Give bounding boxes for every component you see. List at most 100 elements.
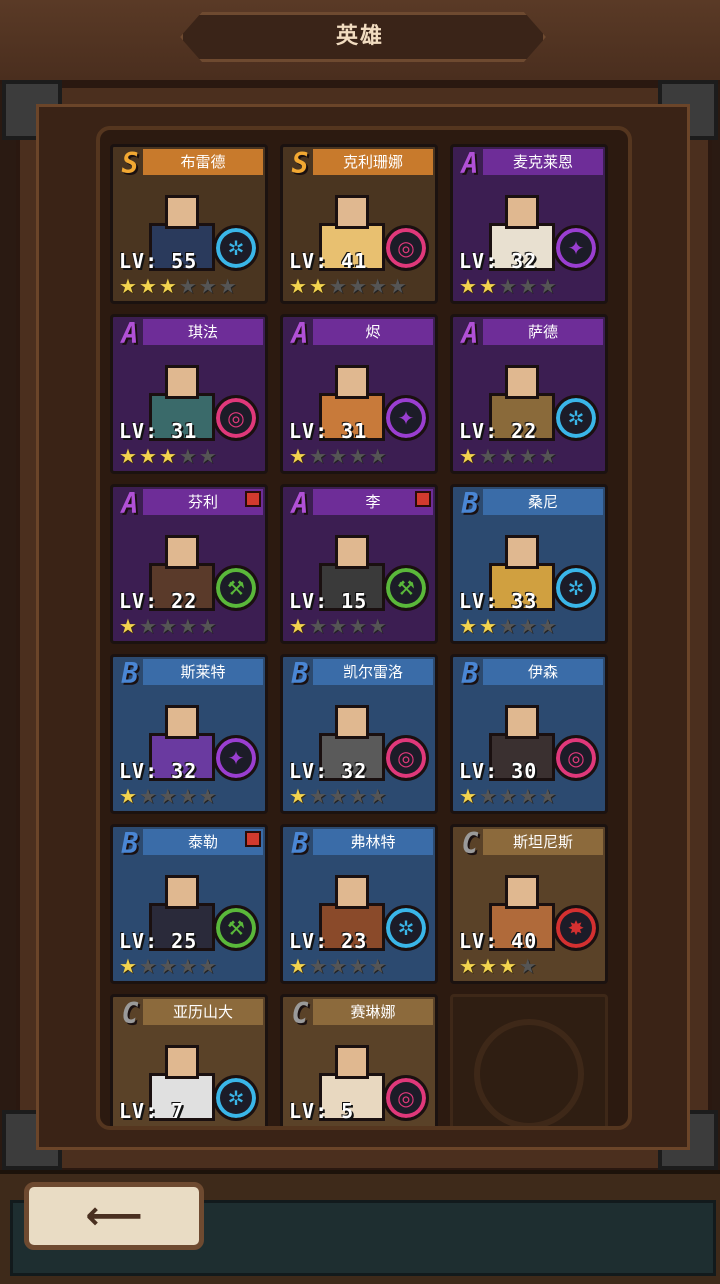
star-empty-icon: ★	[348, 444, 367, 468]
star-empty-icon: ★	[138, 954, 157, 978]
hero-card[interactable]: B 凯尔雷洛 ◎ LV: 32 ★ ★ ★ ★ ★	[280, 654, 438, 814]
rank-badge: A	[121, 487, 139, 520]
hero-card[interactable]: B 弗林特 ✲ LV: 23 ★ ★ ★ ★ ★	[280, 824, 438, 984]
star-empty-icon: ★	[198, 614, 217, 638]
hero-level: LV: 22	[119, 589, 198, 613]
hero-card[interactable]: S 布雷德 ✲ LV: 55 ★ ★ ★ ★ ★ ★	[110, 144, 268, 304]
hero-name: 克利珊娜	[313, 149, 433, 175]
star-filled-icon: ★	[459, 444, 477, 468]
back-button[interactable]: ⟵	[24, 1182, 204, 1250]
star-filled-icon: ★	[158, 274, 177, 298]
star-filled-icon: ★	[289, 784, 307, 808]
hero-card[interactable]: A 李 ⚒ LV: 15 ★ ★ ★ ★ ★	[280, 484, 438, 644]
magic-skill-icon: ✦	[213, 735, 259, 781]
star-rating: ★ ★ ★ ★ ★	[119, 445, 217, 467]
page-title: 英雄	[335, 24, 384, 49]
star-empty-icon: ★	[348, 784, 367, 808]
hero-grid[interactable]: S 布雷德 ✲ LV: 55 ★ ★ ★ ★ ★ ★ S 克利珊娜 ◎ LV: 41 ★ ★ ★ ★ ★ ★ A 麦克莱恩…	[96, 126, 632, 1130]
star-rating: ★ ★ ★ ★ ★	[459, 615, 557, 637]
target-skill-icon: ◎	[213, 395, 259, 441]
star-empty-icon: ★	[518, 274, 537, 298]
star-empty-icon: ★	[138, 784, 157, 808]
hero-card[interactable]: S 克利珊娜 ◎ LV: 41 ★ ★ ★ ★ ★ ★	[280, 144, 438, 304]
back-arrow-icon: ⟵	[85, 1193, 143, 1239]
star-empty-icon: ★	[498, 444, 517, 468]
star-filled-icon: ★	[138, 444, 157, 468]
star-empty-icon: ★	[498, 274, 517, 298]
portrait-head	[505, 705, 539, 739]
star-empty-icon: ★	[218, 274, 237, 298]
portrait-head	[165, 535, 199, 569]
star-empty-icon: ★	[138, 614, 157, 638]
hero-card[interactable]: B 泰勒 ⚒ LV: 25 ★ ★ ★ ★ ★	[110, 824, 268, 984]
fire-skill-icon: ✸	[553, 905, 599, 951]
hero-card[interactable]: C 斯坦尼斯 ✸ LV: 40 ★ ★ ★ ★	[450, 824, 608, 984]
hero-card[interactable]: B 伊森 ◎ LV: 30 ★ ★ ★ ★ ★	[450, 654, 608, 814]
star-empty-icon: ★	[368, 954, 387, 978]
hero-name: 斯坦尼斯	[483, 829, 603, 855]
star-empty-icon: ★	[328, 274, 347, 298]
rank-badge: A	[291, 317, 309, 350]
rank-badge: A	[121, 317, 139, 350]
star-empty-icon: ★	[368, 614, 387, 638]
notification-badge	[245, 491, 261, 507]
hero-card[interactable]: B 桑尼 ✲ LV: 33 ★ ★ ★ ★ ★	[450, 484, 608, 644]
star-rating: ★★★★	[119, 1125, 197, 1126]
portrait-head	[335, 195, 369, 229]
portrait-head	[335, 1045, 369, 1079]
star-rating: ★ ★ ★ ★ ★	[289, 615, 387, 637]
star-filled-icon: ★	[478, 274, 497, 298]
star-empty-icon: ★	[178, 274, 197, 298]
portrait-head	[165, 875, 199, 909]
portrait-head	[165, 195, 199, 229]
star-empty-icon: ★	[498, 784, 517, 808]
star-rating: ★ ★ ★ ★ ★	[459, 275, 557, 297]
hero-level: LV: 32	[119, 759, 198, 783]
hero-level: LV: 33	[459, 589, 538, 613]
hero-level: LV: 41	[289, 249, 368, 273]
star-empty-icon: ★	[348, 954, 367, 978]
star-empty-icon: ★	[178, 954, 197, 978]
star-empty-icon: ★	[538, 444, 557, 468]
star-empty-icon: ★	[349, 1125, 367, 1126]
star-empty-icon: ★	[119, 1125, 137, 1126]
rank-badge: B	[291, 657, 309, 690]
star-empty-icon: ★	[308, 784, 327, 808]
portrait-head	[505, 195, 539, 229]
star-empty-icon: ★	[518, 444, 537, 468]
star-empty-icon: ★	[178, 784, 197, 808]
portrait-head	[165, 1045, 199, 1079]
star-empty-icon: ★	[198, 274, 217, 298]
rank-badge: B	[291, 827, 309, 860]
star-rating: ★ ★ ★ ★ ★ ★	[119, 275, 237, 297]
star-empty-icon: ★	[518, 614, 537, 638]
portrait-head	[335, 535, 369, 569]
star-rating: ★ ★ ★ ★ ★	[289, 445, 387, 467]
rank-badge: B	[461, 657, 479, 690]
star-empty-icon: ★	[158, 784, 177, 808]
star-empty-icon: ★	[538, 274, 557, 298]
hero-level: LV: 32	[289, 759, 368, 783]
hero-name: 伊森	[483, 659, 603, 685]
hero-card[interactable]: A 芬利 ⚒ LV: 22 ★ ★ ★ ★ ★	[110, 484, 268, 644]
hero-card[interactable]: A 萨德 ✲ LV: 22 ★ ★ ★ ★ ★	[450, 314, 608, 474]
rank-badge: A	[461, 147, 479, 180]
hero-card[interactable]: A 琪法 ◎ LV: 31 ★ ★ ★ ★ ★	[110, 314, 268, 474]
hero-card[interactable]: B 斯莱特 ✦ LV: 32 ★ ★ ★ ★ ★	[110, 654, 268, 814]
hero-name: 萨德	[483, 319, 603, 345]
hero-card[interactable]: A 麦克莱恩 ✦ LV: 32 ★ ★ ★ ★ ★	[450, 144, 608, 304]
star-empty-icon: ★	[368, 784, 387, 808]
hero-card[interactable]: C赛琳娜◎LV: 5★★★★	[280, 994, 438, 1126]
hero-card[interactable]: C亚历山大✲LV: 7★★★★	[110, 994, 268, 1126]
star-filled-icon: ★	[459, 274, 477, 298]
star-empty-icon: ★	[198, 954, 217, 978]
star-empty-icon: ★	[178, 444, 197, 468]
hero-level: LV: 55	[119, 249, 198, 273]
hero-card[interactable]: A 烬 ✦ LV: 31 ★ ★ ★ ★ ★	[280, 314, 438, 474]
star-filled-icon: ★	[289, 954, 307, 978]
notification-badge	[245, 831, 261, 847]
portrait-head	[505, 875, 539, 909]
portrait-head	[505, 365, 539, 399]
hero-name: 凯尔雷洛	[313, 659, 433, 685]
star-rating: ★ ★ ★ ★ ★	[459, 445, 557, 467]
